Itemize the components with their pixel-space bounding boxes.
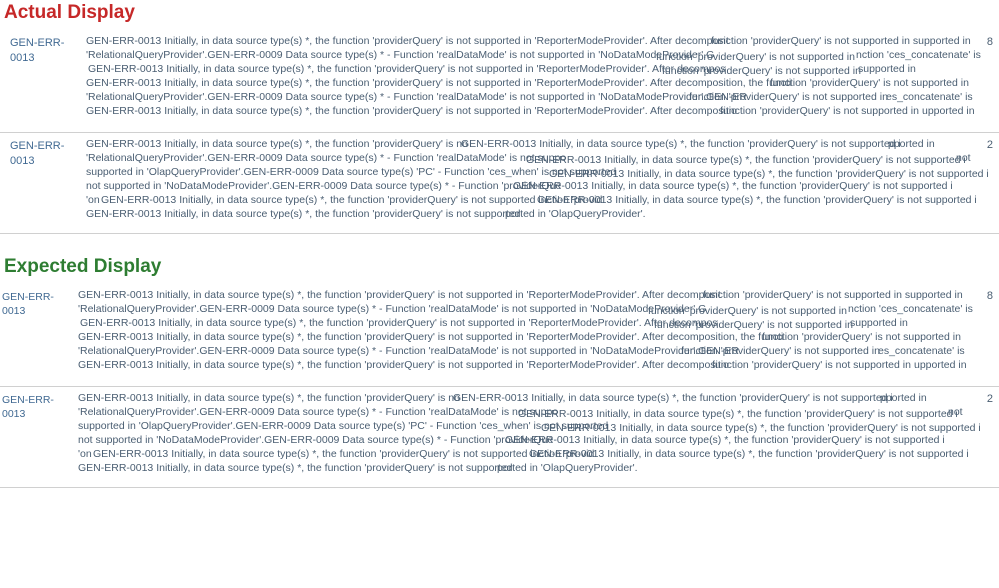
- text-fragment: GEN-ERR-0013 Initially, in data source t…: [461, 137, 901, 151]
- text-fragment: 'RelationalQueryProvider'.GEN-ERR-0009 D…: [86, 48, 714, 62]
- error-text-cell: GEN-ERR-0013 Initially, in data source t…: [86, 32, 975, 130]
- text-fragment: GEN-ERR-0013 Initially, in data source t…: [529, 447, 969, 461]
- error-text-cell: GEN-ERR-0013 Initially, in data source t…: [78, 389, 975, 485]
- text-fragment: not: [948, 405, 963, 419]
- text-fragment: GEN-ERR-0013 Initially, in data source t…: [78, 330, 783, 344]
- text-fragment: supported in: [858, 62, 916, 76]
- table-row: GEN-ERR-0013 GEN-ERR-0013 Initially, in …: [0, 30, 999, 133]
- text-fragment: GEN-ERR-0013 Initially, in data source t…: [78, 391, 460, 405]
- text-fragment: GEN-ERR-0013 Initially, in data source t…: [537, 193, 977, 207]
- text-fragment: GEN-ERR-0013 Initially, in data source t…: [505, 433, 945, 447]
- text-fragment: GEN-ERR-0013 Initially, in data source t…: [86, 34, 729, 48]
- table-row: GEN-ERR-0013 GEN-ERR-0013 Initially, in …: [0, 387, 999, 488]
- count-cell: 8: [975, 286, 999, 384]
- error-text-cell: GEN-ERR-0013 Initially, in data source t…: [86, 135, 975, 231]
- text-fragment: es_concatenate' is: [886, 90, 973, 104]
- text-fragment: GEN-ERR-0013 Initially, in data source t…: [101, 193, 602, 207]
- text-fragment: GEN-ERR-0013 Initially, in data source t…: [86, 104, 737, 118]
- text-fragment: ported in 'OlapQueryProvider'.: [497, 461, 638, 475]
- text-fragment: function 'providerQuery' is not supporte…: [681, 344, 880, 358]
- text-fragment: function 'providerQuery' is not supporte…: [703, 288, 963, 302]
- count-cell: 8: [975, 32, 999, 130]
- section-heading-expected: Expected Display: [0, 254, 999, 280]
- text-fragment: supported in 'OlapQueryProvider'.GEN-ERR…: [78, 419, 608, 433]
- text-fragment: 'RelationalQueryProvider'.GEN-ERR-0009 D…: [78, 405, 558, 419]
- text-fragment: not supported in 'NoDataModeProvider'.GE…: [86, 179, 561, 193]
- text-fragment: ported in 'OlapQueryProvider'.: [505, 207, 646, 221]
- text-fragment: not supported in 'NoDataModeProvider'.GE…: [78, 433, 553, 447]
- text-fragment: GEN-ERR-0013 Initially, in data source t…: [78, 288, 721, 302]
- expected-display-section: Expected Display GEN-ERR-0013 GEN-ERR-00…: [0, 254, 999, 488]
- text-fragment: upported in: [914, 358, 967, 372]
- text-fragment: function 'providerQuery' is not supporte…: [770, 76, 969, 90]
- actual-display-section: Actual Display GEN-ERR-0013 GEN-ERR-0013…: [0, 0, 999, 234]
- text-fragment: supported in: [850, 316, 908, 330]
- error-code-cell: GEN-ERR-0013: [0, 389, 78, 485]
- text-fragment: pported in: [888, 137, 935, 151]
- text-fragment: 'RelationalQueryProvider'.GEN-ERR-0009 D…: [78, 302, 706, 316]
- text-fragment: 'on: [78, 447, 92, 461]
- count-cell: 2: [975, 389, 999, 485]
- error-code-cell: GEN-ERR-0013: [0, 32, 86, 130]
- text-fragment: 'RelationalQueryProvider'.GEN-ERR-0009 D…: [86, 90, 747, 104]
- text-fragment: GEN-ERR-0013 Initially, in data source t…: [78, 358, 729, 372]
- text-fragment: 'on: [86, 193, 100, 207]
- count-cell: 2: [975, 135, 999, 231]
- table-row: GEN-ERR-0013 GEN-ERR-0013 Initially, in …: [0, 133, 999, 234]
- text-fragment: upported in: [922, 104, 975, 118]
- section-heading-actual: Actual Display: [0, 0, 999, 26]
- error-code-cell: GEN-ERR-0013: [0, 135, 86, 231]
- text-fragment: nction 'ces_concatenate' is: [848, 302, 973, 316]
- text-fragment: nction 'ces_concatenate' is: [856, 48, 981, 62]
- text-fragment: function 'providerQuery' is not supporte…: [712, 358, 911, 372]
- text-fragment: GEN-ERR-0013 Initially, in data source t…: [88, 62, 726, 76]
- text-fragment: GEN-ERR-0013 Initially, in data source t…: [86, 137, 468, 151]
- text-fragment: GEN-ERR-0013 Initially, in data source t…: [453, 391, 893, 405]
- text-fragment: GEN-ERR-0013 Initially, in data source t…: [78, 461, 513, 475]
- text-fragment: function 'providerQuery' is not supporte…: [711, 34, 971, 48]
- text-fragment: GEN-ERR-0013 Initially, in data source t…: [80, 316, 718, 330]
- text-fragment: 'RelationalQueryProvider'.GEN-ERR-0009 D…: [86, 151, 566, 165]
- text-fragment: GEN-ERR-0013 Initially, in data source t…: [93, 447, 594, 461]
- text-fragment: es_concatenate' is: [878, 344, 965, 358]
- text-fragment: GEN-ERR-0013 Initially, in data source t…: [86, 207, 521, 221]
- text-fragment: 'RelationalQueryProvider'.GEN-ERR-0009 D…: [78, 344, 739, 358]
- text-fragment: function 'providerQuery' is not supporte…: [720, 104, 919, 118]
- text-fragment: supported in 'OlapQueryProvider'.GEN-ERR…: [86, 165, 616, 179]
- text-fragment: not: [956, 151, 971, 165]
- text-fragment: pported in: [880, 391, 927, 405]
- text-fragment: GEN-ERR-0013 Initially, in data source t…: [86, 76, 791, 90]
- text-fragment: function 'providerQuery' is not supporte…: [762, 330, 961, 344]
- error-code-cell: GEN-ERR-0013: [0, 286, 78, 384]
- error-text-cell: GEN-ERR-0013 Initially, in data source t…: [78, 286, 975, 384]
- table-row: GEN-ERR-0013 GEN-ERR-0013 Initially, in …: [0, 284, 999, 387]
- text-fragment: GEN-ERR-0013 Initially, in data source t…: [513, 179, 953, 193]
- text-fragment: function 'providerQuery' is not supporte…: [689, 90, 888, 104]
